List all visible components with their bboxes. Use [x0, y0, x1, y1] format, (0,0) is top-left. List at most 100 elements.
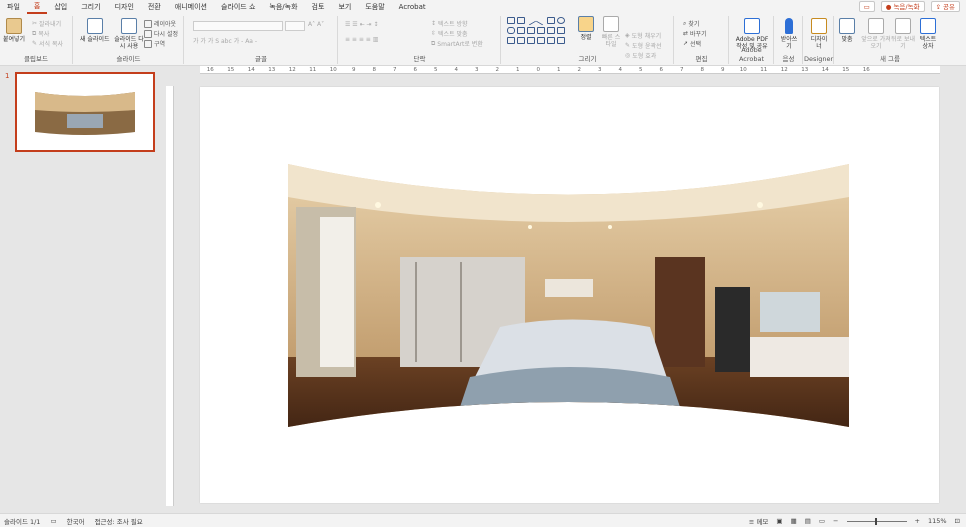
format-painter-label: 서식 복사	[39, 41, 64, 48]
section-button[interactable]: 구역	[144, 39, 165, 48]
slide-sorter-icon[interactable]: ▦	[791, 517, 797, 525]
shape-line2[interactable]	[535, 15, 547, 26]
shapes-gallery[interactable]	[507, 15, 569, 47]
tab-review[interactable]: 검토	[305, 0, 332, 14]
shape-misc2[interactable]	[527, 37, 535, 44]
shape-brace-l[interactable]	[547, 37, 555, 44]
shape-curve[interactable]	[537, 27, 545, 34]
text-direction-button[interactable]: ↕ 텍스트 방향	[431, 19, 468, 28]
reset-icon	[144, 29, 152, 38]
zoom-out-button[interactable]: −	[833, 517, 838, 525]
tab-view[interactable]: 보기	[331, 0, 358, 14]
send-backward-label: 뒤로 보내기	[891, 36, 915, 50]
tab-transitions[interactable]: 전환	[141, 0, 168, 14]
cut-button[interactable]: ✂ 잘라내기	[32, 19, 61, 28]
zoom-slider-knob[interactable]	[874, 517, 877, 525]
normal-view-icon[interactable]: ▣	[776, 517, 782, 525]
ruler-tick: 4	[618, 67, 623, 73]
slide-canvas[interactable]	[200, 87, 939, 503]
select-button[interactable]: ➚ 선택	[683, 39, 701, 48]
tab-file[interactable]: 파일	[0, 0, 27, 14]
tab-help[interactable]: 도움말	[358, 0, 391, 14]
ruler-tick: 15	[842, 67, 850, 73]
shape-brace-r[interactable]	[557, 37, 565, 44]
group-font: A˄ A˅ 가 가 가 S abc 가 - Aa - 글꼴	[185, 16, 338, 64]
zoom-in-button[interactable]: +	[915, 517, 920, 525]
replace-button[interactable]: ⇄ 바꾸기	[683, 29, 707, 38]
zoom-slider[interactable]	[846, 517, 907, 525]
dictate-button[interactable]: 받아쓰기	[779, 18, 799, 50]
slideshow-icon[interactable]: ▭	[819, 517, 825, 525]
record-button[interactable]: ● 녹음/녹화	[880, 1, 925, 12]
smartart-button[interactable]: ⧉ SmartArt로 변환	[431, 39, 483, 49]
align-button[interactable]: 맞춤	[839, 18, 855, 43]
accessibility-status[interactable]: 접근성: 조사 필요	[95, 516, 143, 526]
shape-misc1[interactable]	[517, 37, 525, 44]
shape-textbox[interactable]	[507, 17, 515, 24]
bring-forward-button[interactable]: 앞으로 가져오기	[861, 18, 891, 50]
shape-fill-label: 도형 채우기	[631, 33, 662, 40]
share-button[interactable]: ⇪ 공유	[930, 1, 960, 12]
quick-styles-button[interactable]: 빠른 스타일	[600, 16, 622, 48]
paste-button[interactable]: 붙여넣기	[3, 18, 25, 43]
shape-textbox-v[interactable]	[517, 17, 525, 24]
align-buttons[interactable]: ≡ ≡ ≡ ≡ ▥	[345, 36, 378, 43]
tab-insert[interactable]: 삽입	[47, 0, 74, 14]
align-text-button[interactable]: ⇳ 텍스트 맞춤	[431, 29, 468, 38]
send-backward-button[interactable]: 뒤로 보내기	[891, 18, 915, 50]
arrange-button[interactable]: 정렬	[578, 16, 594, 41]
paragraph-group-label: 단락	[413, 55, 426, 63]
textbox-button[interactable]: 텍스트 상자	[917, 18, 939, 50]
panorama-bedroom-image[interactable]	[200, 87, 939, 503]
slides-group-label: 슬라이드	[116, 55, 141, 63]
tab-animations[interactable]: 애니메이션	[168, 0, 214, 14]
clipboard-group-label: 클립보드	[24, 55, 48, 63]
language-label[interactable]: 한국어	[67, 516, 85, 526]
tab-slideshow[interactable]: 슬라이드 쇼	[214, 0, 262, 14]
tab-draw[interactable]: 그리기	[74, 0, 107, 14]
find-button[interactable]: ⌕ 찾기	[683, 19, 699, 29]
shape-rect[interactable]	[547, 17, 555, 24]
bullets-buttons[interactable]: ☰ ☰ ⇤ ⇥ ↕	[345, 21, 378, 28]
shape-fill-button[interactable]: ◈ 도형 채우기	[625, 31, 661, 40]
shape-oval[interactable]	[557, 17, 565, 24]
tab-home[interactable]: 홈	[26, 0, 48, 14]
shape-down-arrow[interactable]	[557, 27, 565, 34]
tab-record[interactable]: 녹음/녹화	[262, 0, 304, 14]
microphone-icon	[785, 18, 793, 34]
reuse-slide-button[interactable]: 슬라이드 다시 사용	[114, 18, 144, 50]
zoom-level[interactable]: 115%	[928, 517, 947, 525]
copy-button[interactable]: ⧉ 복사	[32, 29, 49, 39]
shape-roundrect[interactable]	[507, 27, 515, 34]
font-grow-shrink[interactable]: A˄ A˅	[308, 21, 324, 28]
reading-view-icon[interactable]: ▤	[805, 517, 811, 525]
comment-button[interactable]: ▭	[858, 1, 875, 12]
shape-effects-button[interactable]: ◎ 도형 효과	[625, 51, 656, 60]
tab-acrobat[interactable]: Acrobat	[392, 0, 433, 14]
format-painter-button[interactable]: ✎ 서식 복사	[32, 39, 63, 48]
shape-triangle[interactable]	[517, 27, 525, 34]
tab-design[interactable]: 디자인	[108, 0, 141, 14]
reset-button[interactable]: 다시 설정	[144, 29, 178, 38]
designer-button[interactable]: 디자이너	[809, 18, 829, 50]
shape-arrow[interactable]	[547, 27, 555, 34]
layout-button[interactable]: 레이아웃	[144, 19, 176, 28]
ruler-tick: 2	[577, 67, 582, 73]
spellcheck-icon[interactable]: ▭	[50, 517, 56, 525]
shape-callout[interactable]	[507, 37, 515, 44]
font-name-box[interactable]	[193, 21, 283, 31]
reuse-slide-label: 슬라이드 다시 사용	[114, 36, 144, 50]
font-size-box[interactable]	[285, 21, 305, 31]
new-slide-button[interactable]: 새 슬라이드	[80, 18, 110, 43]
shape-line[interactable]	[525, 15, 537, 26]
ruler-tick: 2	[495, 67, 500, 73]
shape-misc3[interactable]	[537, 37, 545, 44]
shape-elbow[interactable]	[527, 27, 535, 34]
font-format-buttons[interactable]: 가 가 가 S abc 가 - Aa -	[193, 36, 257, 45]
notes-button[interactable]: ≡ 메모	[749, 516, 769, 526]
slide-thumbnail[interactable]	[15, 72, 155, 152]
fit-to-window-icon[interactable]: ⊡	[955, 517, 960, 525]
shape-outline-button[interactable]: ✎ 도형 윤곽선	[625, 41, 662, 50]
adobe-group-label: Adobe Acrobat	[738, 46, 765, 63]
designer-group-label: Designer	[804, 55, 834, 63]
